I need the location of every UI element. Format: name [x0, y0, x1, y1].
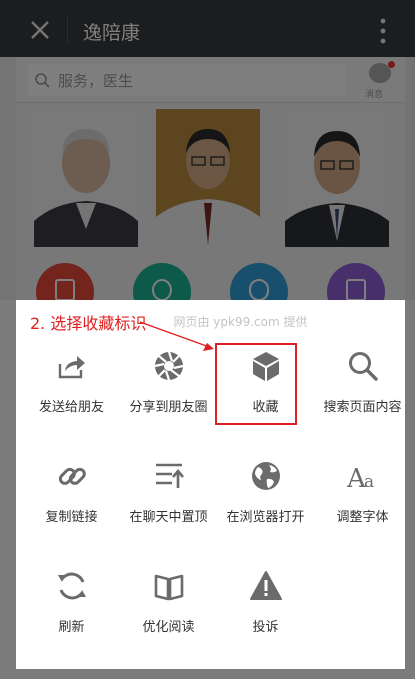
copy-link-button[interactable]: 复制链接 — [23, 460, 120, 550]
pin-to-chat-button[interactable]: 在聊天中置顶 — [120, 460, 217, 550]
report-label: 投诉 — [252, 620, 279, 635]
refresh-button[interactable]: 刷新 — [23, 570, 120, 660]
svg-text:a: a — [364, 472, 374, 492]
open-in-browser-label: 在浏览器打开 — [226, 510, 305, 525]
book-icon — [154, 574, 184, 601]
report-button[interactable]: 投诉 — [217, 570, 314, 660]
share-sheet: 网页由 ypk99.com 提供 发送给朋友 分享到朋友圈 收藏 搜索页面内容 — [16, 300, 405, 669]
send-to-friend-button[interactable]: 发送给朋友 — [23, 350, 120, 440]
search-page-label: 搜索页面内容 — [323, 400, 402, 415]
globe-icon — [252, 462, 280, 490]
aperture-icon — [154, 351, 184, 381]
share-icon — [58, 356, 85, 379]
warning-icon — [250, 571, 282, 600]
pin-to-chat-label: 在聊天中置顶 — [129, 510, 208, 525]
adjust-font-button[interactable]: A a 调整字体 — [314, 460, 411, 550]
search-page-button[interactable]: 搜索页面内容 — [314, 350, 411, 440]
refresh-icon — [58, 572, 86, 600]
font-icon: A a — [347, 464, 374, 492]
annotation-text: 2. 选择收藏标识 — [30, 314, 147, 333]
reader-mode-label: 优化阅读 — [142, 620, 195, 635]
dim-overlay-bottom[interactable] — [0, 669, 415, 679]
search-icon — [349, 352, 378, 381]
share-to-moments-label: 分享到朋友圈 — [129, 400, 208, 415]
highlight-box — [215, 343, 297, 425]
copy-link-label: 复制链接 — [45, 510, 98, 525]
link-icon — [58, 467, 86, 485]
pin-list-icon — [156, 463, 184, 488]
send-to-friend-label: 发送给朋友 — [38, 400, 104, 415]
refresh-label: 刷新 — [58, 620, 85, 635]
open-in-browser-button[interactable]: 在浏览器打开 — [217, 460, 314, 550]
adjust-font-label: 调整字体 — [336, 510, 389, 525]
share-to-moments-button[interactable]: 分享到朋友圈 — [120, 350, 217, 440]
reader-mode-button[interactable]: 优化阅读 — [120, 570, 217, 660]
dim-overlay[interactable] — [0, 0, 415, 300]
dim-overlay-left[interactable] — [0, 300, 16, 679]
